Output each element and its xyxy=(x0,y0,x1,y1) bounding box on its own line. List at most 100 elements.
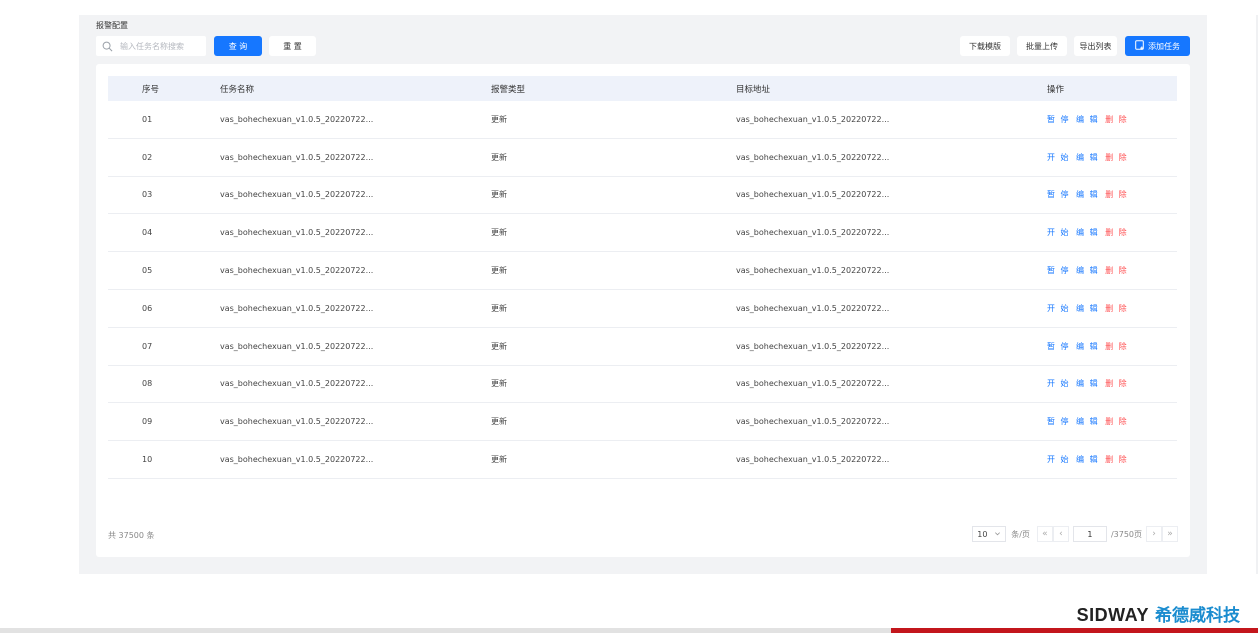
reset-button[interactable]: 重 置 xyxy=(269,36,316,56)
toggle-task-link[interactable]: 开 始 xyxy=(1047,303,1070,314)
cell-operations: 暂 停编 辑删 除 xyxy=(1047,114,1177,125)
cell-operations: 开 始编 辑删 除 xyxy=(1047,378,1177,389)
delete-task-link[interactable]: 删 除 xyxy=(1105,341,1128,352)
page: 报警配置 查 询 重 置 下载模版 批量上传 导出列表 添加任务 xyxy=(0,0,1258,633)
delete-task-link[interactable]: 删 除 xyxy=(1105,454,1128,465)
cell-index: 09 xyxy=(142,417,153,427)
edit-task-link[interactable]: 编 辑 xyxy=(1076,341,1099,352)
brand-name-cn: 希德威科技 xyxy=(1155,606,1240,626)
add-task-button[interactable]: 添加任务 xyxy=(1125,36,1190,56)
cell-alarm-type: 更新 xyxy=(491,341,507,351)
toggle-task-link[interactable]: 开 始 xyxy=(1047,378,1070,389)
edit-task-link[interactable]: 编 辑 xyxy=(1076,114,1099,125)
delete-task-link[interactable]: 删 除 xyxy=(1105,265,1128,276)
cell-target-address: vas_bohechexuan_v1.0.5_20220722... xyxy=(736,417,890,427)
table-row: 08 vas_bohechexuan_v1.0.5_20220722... 更新 va… xyxy=(108,366,1177,404)
cell-index: 02 xyxy=(142,152,153,162)
edit-task-link[interactable]: 编 辑 xyxy=(1076,416,1099,427)
table-row: 05 vas_bohechexuan_v1.0.5_20220722... 更新 va… xyxy=(108,252,1177,290)
delete-task-link[interactable]: 删 除 xyxy=(1105,227,1128,238)
header-operations: 操作 xyxy=(1047,84,1065,95)
cell-operations: 开 始编 辑删 除 xyxy=(1047,454,1177,465)
toolbar: 查 询 重 置 下载模版 批量上传 导出列表 添加任务 xyxy=(96,36,1190,56)
cell-index: 08 xyxy=(142,379,153,389)
toggle-task-link[interactable]: 暂 停 xyxy=(1047,114,1070,125)
total-count: 共 37500 条 xyxy=(108,531,155,540)
toggle-task-link[interactable]: 开 始 xyxy=(1047,454,1070,465)
panel-title: 报警配置 xyxy=(96,21,128,30)
delete-task-link[interactable]: 删 除 xyxy=(1105,416,1128,427)
cell-index: 04 xyxy=(142,228,153,238)
delete-task-link[interactable]: 删 除 xyxy=(1105,378,1128,389)
header-alarm-type: 报警类型 xyxy=(491,84,526,95)
cell-index: 10 xyxy=(142,455,153,465)
cell-task-name: vas_bohechexuan_v1.0.5_20220722... xyxy=(220,455,374,465)
cell-operations: 开 始编 辑删 除 xyxy=(1047,227,1177,238)
cell-task-name: vas_bohechexuan_v1.0.5_20220722... xyxy=(220,417,374,427)
table-body: 01 vas_bohechexuan_v1.0.5_20220722... 更新 va… xyxy=(108,101,1177,479)
delete-task-link[interactable]: 删 除 xyxy=(1105,114,1128,125)
cell-alarm-type: 更新 xyxy=(491,303,507,313)
cell-operations: 开 始编 辑删 除 xyxy=(1047,152,1177,163)
page-number-input[interactable] xyxy=(1072,526,1107,542)
toggle-task-link[interactable]: 暂 停 xyxy=(1047,189,1070,200)
header-task-name: 任务名称 xyxy=(220,84,255,95)
table-row: 01 vas_bohechexuan_v1.0.5_20220722... 更新 va… xyxy=(108,101,1177,139)
cell-task-name: vas_bohechexuan_v1.0.5_20220722... xyxy=(220,379,374,389)
table-row: 07 vas_bohechexuan_v1.0.5_20220722... 更新 va… xyxy=(108,328,1177,366)
toggle-task-link[interactable]: 暂 停 xyxy=(1047,265,1070,276)
cell-index: 01 xyxy=(142,114,153,124)
edit-task-link[interactable]: 编 辑 xyxy=(1076,189,1099,200)
toggle-task-link[interactable]: 开 始 xyxy=(1047,152,1070,163)
search-icon xyxy=(102,37,113,56)
last-page-button[interactable]: » xyxy=(1162,526,1178,542)
edit-task-link[interactable]: 编 辑 xyxy=(1076,265,1099,276)
delete-task-link[interactable]: 删 除 xyxy=(1105,189,1128,200)
edit-task-link[interactable]: 编 辑 xyxy=(1076,152,1099,163)
batch-upload-button[interactable]: 批量上传 xyxy=(1017,36,1067,56)
cell-index: 03 xyxy=(142,190,153,200)
query-button[interactable]: 查 询 xyxy=(214,36,262,56)
edit-task-link[interactable]: 编 辑 xyxy=(1076,227,1099,238)
brand-name-en: SIDWAY xyxy=(1076,605,1149,625)
chevron-down-icon xyxy=(994,530,1001,539)
toggle-task-link[interactable]: 开 始 xyxy=(1047,227,1070,238)
add-task-icon xyxy=(1135,40,1148,52)
add-task-label: 添加任务 xyxy=(1148,41,1180,51)
cell-alarm-type: 更新 xyxy=(491,455,507,465)
footer-bar-red xyxy=(891,628,1258,633)
download-template-button[interactable]: 下载模版 xyxy=(960,36,1010,56)
page-size-value: 10 xyxy=(977,529,988,539)
edit-task-link[interactable]: 编 辑 xyxy=(1076,454,1099,465)
table-row: 02 vas_bohechexuan_v1.0.5_20220722... 更新 va… xyxy=(108,139,1177,177)
table-row: 10 vas_bohechexuan_v1.0.5_20220722... 更新 va… xyxy=(108,441,1177,479)
cell-target-address: vas_bohechexuan_v1.0.5_20220722... xyxy=(736,303,890,313)
cell-target-address: vas_bohechexuan_v1.0.5_20220722... xyxy=(736,228,890,238)
cell-operations: 暂 停编 辑删 除 xyxy=(1047,341,1177,352)
cell-alarm-type: 更新 xyxy=(491,417,507,427)
table-header: 序号 任务名称 报警类型 目标地址 操作 xyxy=(108,76,1177,101)
cell-target-address: vas_bohechexuan_v1.0.5_20220722... xyxy=(736,266,890,276)
next-page-button[interactable]: › xyxy=(1146,526,1162,542)
cell-target-address: vas_bohechexuan_v1.0.5_20220722... xyxy=(736,455,890,465)
cell-task-name: vas_bohechexuan_v1.0.5_20220722... xyxy=(220,114,374,124)
header-target-address: 目标地址 xyxy=(736,84,771,95)
edit-task-link[interactable]: 编 辑 xyxy=(1076,378,1099,389)
first-page-button[interactable]: « xyxy=(1036,526,1053,542)
search-box[interactable] xyxy=(96,36,206,56)
task-table-card: 序号 任务名称 报警类型 目标地址 操作 01 vas_bohechexuan_v… xyxy=(96,64,1190,557)
cell-index: 05 xyxy=(142,266,153,276)
edit-task-link[interactable]: 编 辑 xyxy=(1076,303,1099,314)
table-row: 04 vas_bohechexuan_v1.0.5_20220722... 更新 va… xyxy=(108,214,1177,253)
toggle-task-link[interactable]: 暂 停 xyxy=(1047,341,1070,352)
search-input[interactable] xyxy=(120,41,205,51)
toggle-task-link[interactable]: 暂 停 xyxy=(1047,416,1070,427)
delete-task-link[interactable]: 删 除 xyxy=(1105,152,1128,163)
cell-task-name: vas_bohechexuan_v1.0.5_20220722... xyxy=(220,341,374,351)
page-size-select[interactable]: 10 xyxy=(972,526,1007,542)
cell-task-name: vas_bohechexuan_v1.0.5_20220722... xyxy=(220,152,374,162)
prev-page-button[interactable]: ‹ xyxy=(1052,526,1069,542)
cell-operations: 开 始编 辑删 除 xyxy=(1047,303,1177,314)
delete-task-link[interactable]: 删 除 xyxy=(1105,303,1128,314)
export-list-button[interactable]: 导出列表 xyxy=(1074,36,1117,56)
